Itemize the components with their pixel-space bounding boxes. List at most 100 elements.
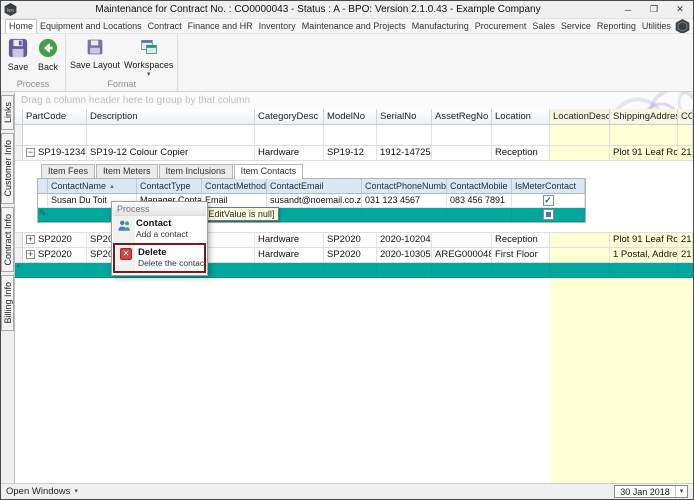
column-header-modelno[interactable]: ModelNo <box>324 109 377 125</box>
cell-assetregno <box>432 233 492 248</box>
ribbon-group-caption-process: Process <box>16 79 50 89</box>
empty-cell <box>678 125 693 146</box>
checkbox-indeterminate-icon[interactable] <box>542 209 554 220</box>
sidebar-item-billing-info[interactable]: Billing Info <box>1 275 14 331</box>
group-by-panel[interactable]: Drag a column header here to group by th… <box>15 92 693 109</box>
workspaces-dropdown-icon[interactable]: ▾ <box>147 71 151 78</box>
empty-cell <box>324 125 377 146</box>
cell-modelno: SP2020 <box>324 233 377 248</box>
yellow-column-stripe <box>678 278 693 483</box>
menu-item-delete-contact[interactable]: ✕ Delete Delete the contact <box>115 245 207 271</box>
menu-item-subtitle: Add a contact <box>136 229 188 239</box>
delete-icon: ✕ <box>120 248 132 260</box>
ribbon-tab-procurement[interactable]: Procurement <box>472 20 530 33</box>
ribbon-tab-equipment-and-locations[interactable]: Equipment and Locations <box>37 20 145 33</box>
cell-contactmobile: 083 456 7891 <box>447 194 512 208</box>
ribbon-tab-contract[interactable]: Contract <box>145 20 185 33</box>
main-grid-panel: Drag a column header here to group by th… <box>15 92 693 483</box>
column-header-contactmethod[interactable]: ContactMethod <box>202 179 267 194</box>
minimize-icon[interactable]: ─ <box>615 1 641 18</box>
cell-categorydesc <box>255 263 324 278</box>
column-header-serialno[interactable]: SerialNo <box>377 109 432 125</box>
app-logo-icon: bpo <box>4 3 17 16</box>
ribbon-tab-manufacturing[interactable]: Manufacturing <box>409 20 472 33</box>
tab-item-contacts[interactable]: Item Contacts <box>233 164 304 179</box>
column-header-cosa[interactable]: COSA <box>678 109 693 125</box>
date-picker[interactable]: 30 Jan 2018 ▾ <box>614 485 688 498</box>
column-header-shippingaddress[interactable]: ShippingAddress <box>610 109 678 125</box>
column-header-contactmobile[interactable]: ContactMobile <box>447 179 512 194</box>
ribbon-tab-maintenance-and-projects[interactable]: Maintenance and Projects <box>299 20 409 33</box>
column-header-location[interactable]: Location <box>492 109 550 125</box>
ribbon-tab-finance-and-hr[interactable]: Finance and HR <box>185 20 256 33</box>
group-by-hint: Drag a column header here to group by th… <box>21 95 251 106</box>
detail-tab-bar: Item Fees Item Meters Item Inclusions It… <box>41 163 693 179</box>
column-header-ismetercontact[interactable]: IsMeterContact <box>512 179 585 194</box>
menu-item-add-contact[interactable]: Contact Add a contact <box>113 216 206 242</box>
checkbox-checked-icon[interactable]: ✓ <box>542 195 554 206</box>
column-header-description[interactable]: Description <box>87 109 255 125</box>
yellow-column-stripe <box>610 278 678 483</box>
sidebar-item-customer-info[interactable]: Customer Info <box>1 133 14 204</box>
close-icon[interactable]: ✕ <box>667 1 693 18</box>
column-header-contacttype[interactable]: ContactType <box>137 179 202 194</box>
sort-asc-icon: ▲ <box>109 183 115 190</box>
column-header-partcode[interactable]: PartCode <box>23 109 87 125</box>
column-header-locationdesc[interactable]: LocationDesc <box>550 109 610 125</box>
cell-partcode: −SP19-123456 <box>23 146 87 161</box>
brand-hexagon-icon <box>675 19 690 33</box>
open-windows-button[interactable]: Open Windows ▾ <box>6 486 78 497</box>
cell-assetregno: AREG000048 <box>432 248 492 263</box>
cell-shippingaddress: Plot 91 Leaf Road, Forest Hills, <box>610 233 678 248</box>
app-window: bpo Maintenance for Contract No. : CO000… <box>0 0 694 500</box>
ribbon-tab-home[interactable]: Home <box>5 19 38 33</box>
ribbon-tab-service[interactable]: Service <box>558 20 594 33</box>
row-indicator <box>15 248 23 263</box>
ribbon-tab-reporting[interactable]: Reporting <box>594 20 639 33</box>
cell-description: SP19-12 Colour Copier <box>87 146 255 161</box>
empty-cell <box>432 125 492 146</box>
ribbon-tab-utilities[interactable]: Utilities <box>639 20 674 33</box>
tab-item-fees[interactable]: Item Fees <box>41 164 96 178</box>
sidebar-item-links[interactable]: Links <box>1 95 14 131</box>
cell-assetregno <box>432 263 492 278</box>
cell-assetregno <box>432 146 492 161</box>
workspaces-button[interactable]: Workspaces ▾ <box>122 36 175 78</box>
table-row-sp19-123456[interactable]: −SP19-123456 SP19-12 Colour Copier Hardw… <box>15 146 693 161</box>
new-row-indicator: * <box>15 263 23 278</box>
ribbon-tab-inventory[interactable]: Inventory <box>256 20 299 33</box>
maximize-icon[interactable]: ❒ <box>641 1 667 18</box>
expand-icon[interactable]: + <box>26 250 35 259</box>
cell-categorydesc: Hardware <box>255 146 324 161</box>
cell-contactphonenumber <box>362 208 447 222</box>
menu-item-subtitle: Delete the contact <box>138 258 207 268</box>
empty-cell <box>87 125 255 146</box>
ribbon-tab-sales[interactable]: Sales <box>529 20 558 33</box>
cell-location: Reception <box>492 233 550 248</box>
column-header-categorydesc[interactable]: CategoryDesc <box>255 109 324 125</box>
save-layout-button[interactable]: Save Layout <box>68 36 122 70</box>
grid-filter-row[interactable] <box>15 125 693 146</box>
left-tab-strip: Links Customer Info Contract Info Billin… <box>1 92 15 483</box>
tab-item-inclusions[interactable]: Item Inclusions <box>158 164 233 178</box>
save-button[interactable]: Save <box>3 36 33 72</box>
tab-item-meters[interactable]: Item Meters <box>96 164 158 178</box>
cell-contactphonenumber: 031 123 4567 <box>362 194 447 208</box>
edit-value-tooltip: [EditValue is null] <box>201 207 280 221</box>
cell-modelno: SP19-12 <box>324 146 377 161</box>
cell-cosa: 2101 <box>678 248 693 263</box>
back-button[interactable]: Back <box>33 36 63 72</box>
edit-row-indicator: ✎ <box>38 208 48 222</box>
column-header-contactname[interactable]: ContactName ▲ <box>48 179 137 194</box>
cell-locationdesc <box>550 248 610 263</box>
cell-contactmobile <box>447 208 512 222</box>
ribbon-tab-bar: Home Equipment and Locations Contract Fi… <box>1 19 693 34</box>
column-header-contactemail[interactable]: ContactEmail <box>267 179 362 194</box>
collapse-icon[interactable]: − <box>26 148 35 157</box>
column-header-contactphonenumber[interactable]: ContactPhoneNumber <box>362 179 447 194</box>
expand-icon[interactable]: + <box>26 235 35 244</box>
sidebar-item-contract-info[interactable]: Contract Info <box>1 206 14 273</box>
row-indicator <box>38 194 48 208</box>
cell-modelno: SP2020 <box>324 248 377 263</box>
column-header-assetregno[interactable]: AssetRegNo <box>432 109 492 125</box>
